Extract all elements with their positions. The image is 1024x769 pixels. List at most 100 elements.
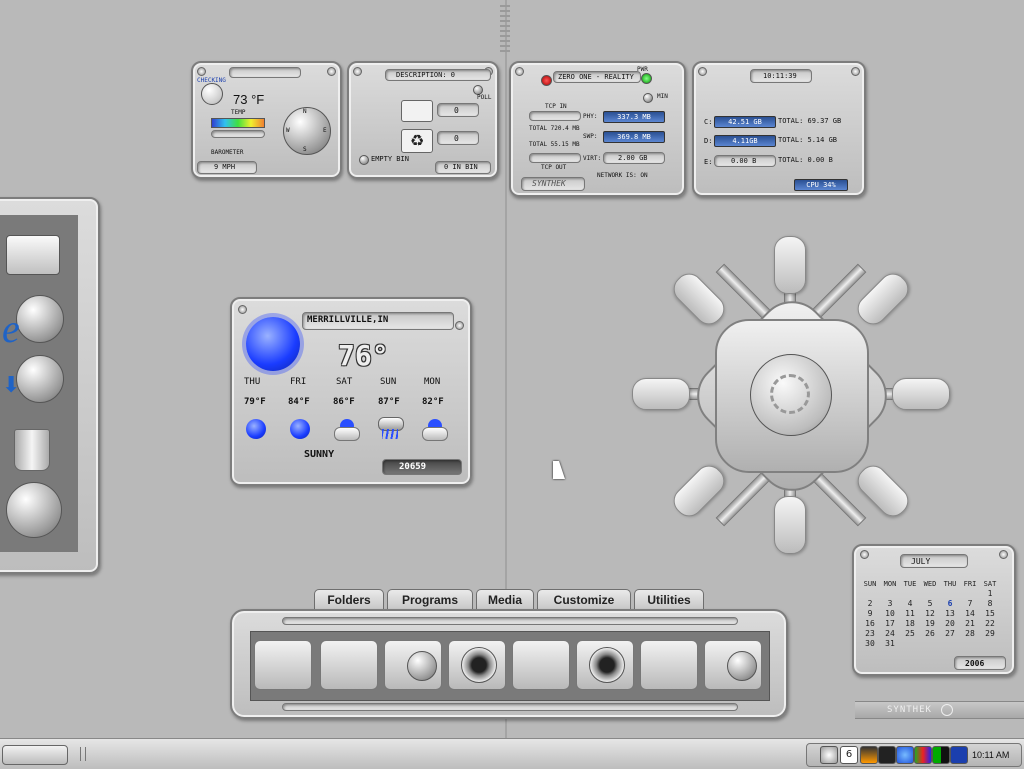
launcher-right-button[interactable] xyxy=(892,378,950,410)
calendar-day[interactable]: 14 xyxy=(960,608,980,618)
swp-bar: 369.8 MB xyxy=(603,131,665,143)
calendar-day[interactable]: 6 xyxy=(940,598,960,608)
e-field: 0.00 B xyxy=(714,155,776,167)
total2-text: TOTAL 55.15 MB xyxy=(529,141,580,148)
launcher-bottom-button[interactable] xyxy=(774,496,806,554)
calendar-day[interactable]: 2 xyxy=(860,598,880,608)
calendar-widget: JULY SUN MON TUE WED THU FRI SAT 1 2 3 4 5 6 7 8 9 10 11… xyxy=(852,544,1016,676)
recycle-bin-widget: DESCRIPTION: 0 POLL 0 ♻ 0 EMPTY BIN 0 IN… xyxy=(347,61,499,179)
calendar-day xyxy=(980,638,1000,648)
tab-utilities[interactable]: Utilities xyxy=(634,589,704,610)
dock-globe2-icon[interactable] xyxy=(704,640,762,690)
dock-speaker-icon[interactable] xyxy=(448,640,506,690)
dock-speaker2-icon[interactable] xyxy=(576,640,634,690)
tray-search-icon[interactable] xyxy=(820,746,838,764)
dock-globe-icon[interactable] xyxy=(384,640,442,690)
partly-cloudy-icon xyxy=(334,419,360,441)
location-slot: MERRILLVILLE,IN xyxy=(302,312,454,330)
tray-calendar-icon[interactable]: 6 xyxy=(840,746,858,764)
tray-meter-icon[interactable] xyxy=(932,746,950,764)
left-icon-dock: e ⬇ xyxy=(0,197,100,574)
condition-text: SUNNY xyxy=(304,449,335,460)
in-bin-text: 0 IN BIN xyxy=(444,163,478,171)
calendar-day[interactable]: 24 xyxy=(880,628,900,638)
calendar-day[interactable]: 27 xyxy=(940,628,960,638)
calendar-day[interactable]: 26 xyxy=(920,628,940,638)
taskbar-grip[interactable] xyxy=(80,747,86,761)
tray-weather-icon[interactable] xyxy=(896,746,914,764)
brand-text: SYNTHEK xyxy=(532,179,566,188)
tab-folders[interactable]: Folders xyxy=(314,589,384,610)
calendar-day[interactable]: 15 xyxy=(980,608,1000,618)
virt-field: 2.00 GB xyxy=(603,152,665,164)
plus-circle-icon xyxy=(941,704,953,716)
calendar-day[interactable]: 8 xyxy=(980,598,1000,608)
c-label: C: xyxy=(704,118,713,126)
tray-alien-icon[interactable] xyxy=(878,746,896,764)
empty-bin-button[interactable] xyxy=(359,155,369,165)
calendar-day[interactable]: 20 xyxy=(940,618,960,628)
min-button[interactable] xyxy=(643,93,653,103)
calendar-day[interactable]: 7 xyxy=(960,598,980,608)
calendar-day[interactable]: 18 xyxy=(900,618,920,628)
dock-folders-icon[interactable] xyxy=(254,640,312,690)
sun-icon xyxy=(246,419,266,439)
calendar-day[interactable]: 12 xyxy=(920,608,940,618)
calendar-day[interactable]: 13 xyxy=(940,608,960,618)
calendar-day[interactable]: 30 xyxy=(860,638,880,648)
day-2-temp: 86°F xyxy=(333,397,355,407)
recycle-icon[interactable]: ♻ xyxy=(401,129,433,153)
synthek-logo-strip: SYNTHEK xyxy=(855,701,1024,719)
tray-winamp-icon[interactable] xyxy=(860,746,878,764)
virt-label: VIRT: xyxy=(583,155,602,162)
tray-network-icon[interactable] xyxy=(914,746,932,764)
compass-dial-icon[interactable]: N S E W xyxy=(283,107,331,155)
calendar-day[interactable]: 29 xyxy=(980,628,1000,638)
calendar-day[interactable]: 22 xyxy=(980,618,1000,628)
launcher-top-button[interactable] xyxy=(774,236,806,294)
tab-programs[interactable]: Programs xyxy=(387,589,473,610)
dock-disk-icon[interactable] xyxy=(320,640,378,690)
internet-explorer-icon[interactable]: e xyxy=(2,309,42,349)
rivet xyxy=(455,321,464,330)
tab-media[interactable]: Media xyxy=(476,589,534,610)
calendar-day[interactable]: 10 xyxy=(880,608,900,618)
count2-value: 0 xyxy=(454,134,459,143)
calendar-day[interactable]: 19 xyxy=(920,618,940,628)
calendar-day[interactable]: 28 xyxy=(960,628,980,638)
launcher-left-button[interactable] xyxy=(632,378,690,410)
calendar-day[interactable]: 9 xyxy=(860,608,880,618)
start-button[interactable] xyxy=(2,745,68,765)
calendar-day[interactable]: 16 xyxy=(860,618,880,628)
calendar-day[interactable]: 17 xyxy=(880,618,900,628)
taskbar-clock[interactable]: 10:11 AM xyxy=(972,750,1009,760)
download-icon[interactable]: ⬇ xyxy=(2,373,28,399)
forecast-widget: MERRILLVILLE,IN 76° THU FRI SAT SUN MON … xyxy=(230,297,472,486)
tab-customize[interactable]: Customize xyxy=(537,589,631,610)
calendar-day xyxy=(960,638,980,648)
calendar-day[interactable]: 31 xyxy=(880,638,900,648)
calendar-day[interactable]: 4 xyxy=(900,598,920,608)
dock-top-rail xyxy=(282,617,738,625)
rivet xyxy=(238,305,247,314)
calendar-day[interactable]: 11 xyxy=(900,608,920,618)
dock-player-icon[interactable] xyxy=(512,640,570,690)
tray-monitor-icon[interactable] xyxy=(950,746,968,764)
day-1-name: FRI xyxy=(290,377,307,387)
network-globe-icon[interactable] xyxy=(6,482,62,538)
calendar-day[interactable]: 3 xyxy=(880,598,900,608)
calendar-grid: SUN MON TUE WED THU FRI SAT 1 2 3 4 5 6 7 8 9 10 11 12 13 1… xyxy=(860,580,1000,648)
current-temp: 76° xyxy=(338,339,389,372)
calendar-day[interactable]: 1 xyxy=(980,588,1000,598)
gear-launcher[interactable] xyxy=(630,234,950,554)
calendar-day[interactable]: 25 xyxy=(900,628,920,638)
calendar-day[interactable]: 5 xyxy=(920,598,940,608)
dock-player2-icon[interactable] xyxy=(640,640,698,690)
description-text: DESCRIPTION: 0 xyxy=(396,71,456,79)
my-computer-icon[interactable] xyxy=(6,235,60,275)
calendar-day[interactable]: 21 xyxy=(960,618,980,628)
calendar-day[interactable]: 23 xyxy=(860,628,880,638)
power-icon[interactable] xyxy=(541,75,552,86)
recycle-bin-icon[interactable] xyxy=(14,429,50,471)
weather-mini-widget: CHECKING 73 °F TEMP BAROMETER N S E W 9 … xyxy=(191,61,342,179)
